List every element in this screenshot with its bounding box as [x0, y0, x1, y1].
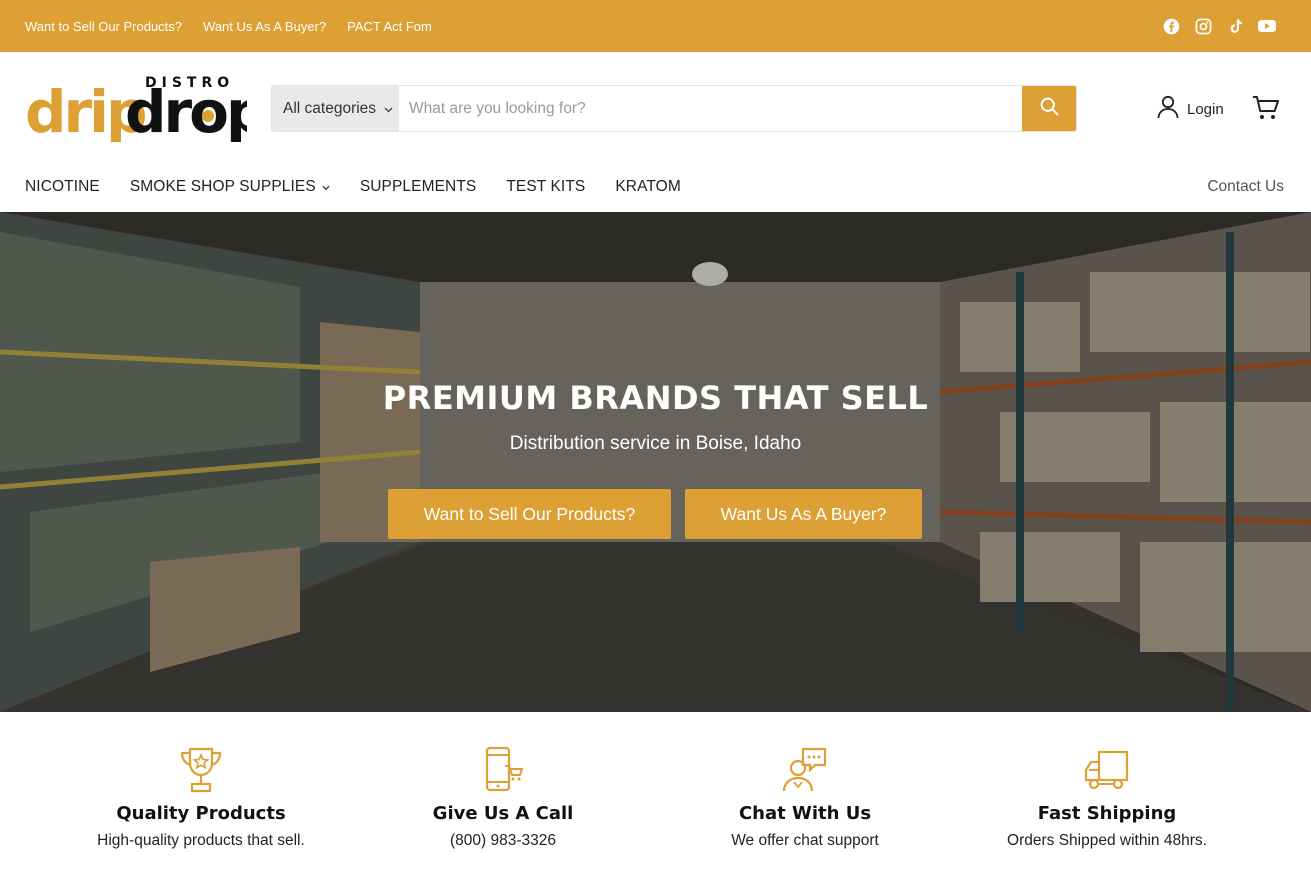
dripdrop-logo[interactable]: DISTRO drip drop — [25, 70, 268, 146]
hero-overlay — [0, 212, 1311, 712]
login-label: Login — [1187, 100, 1224, 118]
feature-text: We offer chat support — [731, 832, 879, 849]
cart-icon — [1252, 96, 1280, 125]
category-select-label: All categories — [283, 99, 377, 117]
site-header: DISTRO drip drop All categories Login — [0, 52, 1311, 162]
nav-item-label: KRATOM — [615, 178, 681, 195]
feature-title: Chat With Us — [738, 803, 872, 824]
svg-text:drop: drop — [125, 78, 247, 142]
nav-item-label: SMOKE SHOP SUPPLIES — [129, 178, 316, 195]
instagram-icon[interactable] — [1194, 17, 1212, 35]
feature-quality-products: Quality Products High-quality products t… — [51, 746, 351, 850]
sell-products-button[interactable]: Want to Sell Our Products? — [388, 489, 671, 539]
feature-text: (800) 983-3326 — [450, 832, 556, 849]
search-button[interactable] — [1022, 86, 1076, 131]
feature-text: Orders Shipped within 48hrs. — [1007, 832, 1207, 849]
hero-title: PREMIUM BRANDS THAT SELL — [382, 379, 929, 417]
hero-banner: PREMIUM BRANDS THAT SELL Distribution se… — [0, 212, 1311, 712]
chat-support-icon — [655, 746, 955, 796]
facebook-icon[interactable] — [1162, 17, 1180, 35]
chevron-down-icon — [384, 100, 393, 118]
category-select[interactable]: All categories — [272, 86, 399, 131]
nav-item-label: TEST KITS — [506, 178, 586, 195]
topbar-link-buyer[interactable]: Want Us As A Buyer? — [203, 19, 326, 34]
feature-title: Quality Products — [116, 803, 286, 824]
nav-item-nicotine[interactable]: NICOTINE — [25, 178, 100, 196]
truck-icon — [957, 746, 1257, 796]
feature-title: Fast Shipping — [1037, 803, 1177, 824]
login-link[interactable]: Login — [1157, 95, 1224, 123]
chevron-down-icon — [322, 178, 330, 196]
nav-item-kratom[interactable]: KRATOM — [615, 178, 680, 196]
youtube-icon[interactable] — [1258, 17, 1276, 35]
buyer-button[interactable]: Want Us As A Buyer? — [685, 489, 922, 539]
topbar-link-pact[interactable]: PACT Act Fom — [347, 19, 432, 34]
features-section: Quality Products High-quality products t… — [0, 712, 1311, 891]
phone-icon — [353, 746, 653, 796]
feature-fast-shipping: Fast Shipping Orders Shipped within 48hr… — [957, 746, 1257, 850]
top-promo-bar: Want to Sell Our Products? Want Us As A … — [0, 0, 1311, 52]
feature-text: High-quality products that sell. — [97, 832, 305, 849]
search-bar: All categories — [271, 85, 1077, 132]
social-links — [1162, 17, 1276, 35]
nav-item-supplements[interactable]: SUPPLEMENTS — [360, 178, 477, 196]
tiktok-icon[interactable] — [1226, 17, 1244, 35]
nav-item-smoke-shop-supplies[interactable]: SMOKE SHOP SUPPLIES — [130, 178, 330, 196]
cart-button[interactable] — [1252, 95, 1280, 121]
topbar-link-sell[interactable]: Want to Sell Our Products? — [25, 19, 182, 34]
hero-subtitle: Distribution service in Boise, Idaho — [509, 433, 802, 454]
nav-item-label: SUPPLEMENTS — [359, 178, 477, 195]
feature-chat-with-us: Chat With Us We offer chat support — [655, 746, 955, 850]
search-input[interactable] — [399, 86, 1022, 131]
search-icon — [1039, 96, 1060, 122]
contact-us-link[interactable]: Contact Us — [1207, 178, 1284, 196]
main-nav: NICOTINE SMOKE SHOP SUPPLIES SUPPLEMENTS… — [0, 162, 1311, 212]
feature-title: Give Us A Call — [432, 803, 574, 824]
user-icon — [1157, 95, 1179, 123]
nav-item-label: NICOTINE — [25, 178, 100, 195]
feature-give-us-a-call: Give Us A Call (800) 983-3326 — [353, 746, 653, 850]
nav-item-test-kits[interactable]: TEST KITS — [506, 178, 585, 196]
trophy-icon — [51, 746, 351, 796]
